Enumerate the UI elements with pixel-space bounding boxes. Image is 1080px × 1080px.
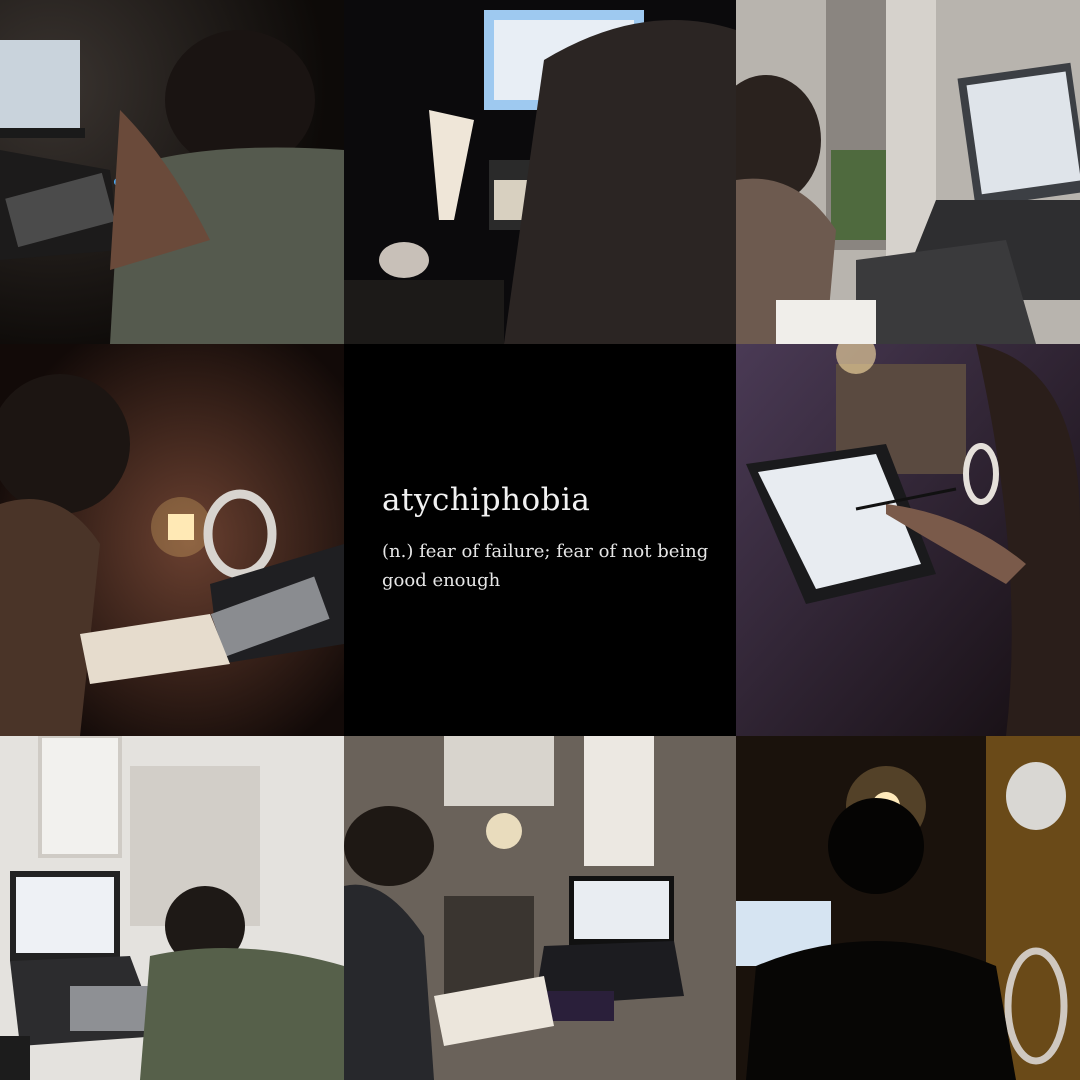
- photo-9: [736, 736, 1080, 1080]
- photo-1-image: [0, 0, 344, 344]
- photo-6: [736, 344, 1080, 736]
- caption-word: atychiphobia: [382, 482, 591, 518]
- photo-2-image: [344, 0, 736, 344]
- caption-definition: (n.) fear of failure; fear of not being …: [382, 541, 709, 591]
- caption-panel: atychiphobia (n.) fear of failure; fear …: [344, 344, 736, 736]
- photo-collage: atychiphobia (n.) fear of failure; fear …: [0, 0, 1080, 1080]
- photo-4: [0, 344, 344, 736]
- photo-6-image: [736, 344, 1080, 736]
- photo-4-image: [0, 344, 344, 736]
- photo-7-image: [0, 736, 344, 1080]
- photo-1: [0, 0, 344, 344]
- photo-3-image: [736, 0, 1080, 344]
- photo-3: [736, 0, 1080, 344]
- photo-8-image: [344, 736, 736, 1080]
- photo-8: [344, 736, 736, 1080]
- photo-9-image: [736, 736, 1080, 1080]
- photo-2: [344, 0, 736, 344]
- photo-7: [0, 736, 344, 1080]
